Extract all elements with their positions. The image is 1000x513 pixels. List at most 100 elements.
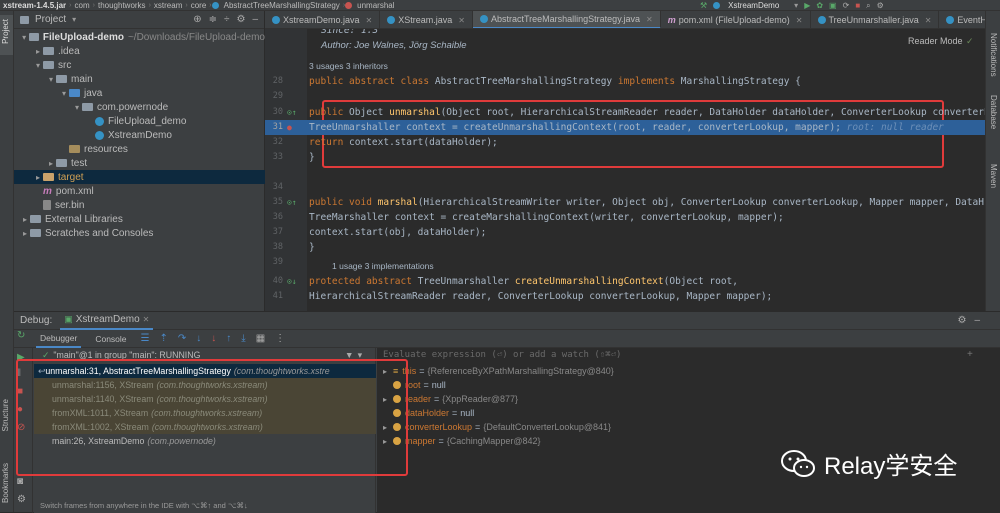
- tree-item[interactable]: ▸ Scratches and Consoles: [14, 226, 265, 240]
- chevron-icon[interactable]: ▸: [383, 395, 393, 404]
- locate-icon[interactable]: ⊕: [193, 14, 201, 25]
- editor-tab[interactable]: m pom.xml (FileUpload-demo) ✕: [661, 11, 811, 28]
- expand-icon[interactable]: ÷: [224, 14, 230, 25]
- code-line[interactable]: 29: [265, 89, 985, 104]
- gear-icon[interactable]: ⚙: [957, 315, 966, 326]
- code-line[interactable]: 38 }: [265, 240, 985, 255]
- override-icon[interactable]: ⊙↑: [287, 105, 297, 120]
- settings-icon[interactable]: ⚙: [17, 494, 26, 505]
- build-icon[interactable]: ⚒: [700, 1, 707, 10]
- chevron-icon[interactable]: ▸: [33, 47, 43, 56]
- usage-hint[interactable]: 3 usages 3 inheritors: [265, 59, 985, 74]
- variable-row[interactable]: ▸ ≡ this = {ReferenceByXPathMarshallingStrat…: [377, 364, 614, 378]
- pause-icon[interactable]: ‖: [17, 368, 21, 379]
- more-icon[interactable]: ⋮: [275, 333, 285, 344]
- tree-item[interactable]: ▸ External Libraries: [14, 212, 265, 226]
- line-number[interactable]: 34: [265, 180, 283, 195]
- camera-icon[interactable]: ◙: [17, 476, 23, 487]
- line-number[interactable]: 32: [265, 135, 283, 150]
- editor-tab[interactable]: XStream.java ✕: [380, 11, 473, 28]
- line-number[interactable]: 38: [265, 240, 283, 255]
- evaluate-icon[interactable]: ▦: [256, 333, 265, 344]
- line-number[interactable]: 33: [265, 150, 283, 165]
- close-icon[interactable]: ✕: [925, 16, 932, 25]
- maven-tool-label[interactable]: Maven: [989, 164, 998, 188]
- line-number[interactable]: 37: [265, 225, 283, 240]
- override-icon[interactable]: ⊙↑: [287, 195, 297, 210]
- close-icon[interactable]: ✕: [646, 15, 653, 24]
- chevron-icon[interactable]: ▾: [72, 103, 82, 112]
- editor-tab[interactable]: AbstractTreeMarshallingStrategy.java ✕: [472, 11, 661, 28]
- stack-frame[interactable]: fromXML:1011, XStream (com.thoughtworks.x…: [34, 406, 376, 420]
- code-editor[interactable]: Since: 1.3 Author: Joe Walnes, Jörg Scha…: [265, 29, 985, 311]
- variable-row[interactable]: ▸ reader = {XppReader@877}: [377, 392, 518, 406]
- line-number[interactable]: 31: [265, 120, 283, 135]
- chevron-icon[interactable]: ▾: [33, 61, 43, 70]
- chevron-icon[interactable]: ▸: [20, 229, 30, 238]
- debug-session-name[interactable]: XstreamDemo: [76, 314, 140, 325]
- tree-item[interactable]: resources: [14, 142, 265, 156]
- structure-tool-label[interactable]: Structure: [1, 399, 10, 431]
- tree-item[interactable]: XstreamDemo: [14, 128, 265, 142]
- editor-tab[interactable]: TreeUnmarshaller.java ✕: [811, 11, 940, 28]
- code-line[interactable]: 40 ⊙↓ protected abstract TreeUnmarshaller…: [265, 274, 985, 289]
- chevron-down-icon[interactable]: ▾: [72, 15, 76, 24]
- chevron-icon[interactable]: ▾: [59, 89, 69, 98]
- step-into-icon[interactable]: ↓: [196, 333, 201, 344]
- thread-selector[interactable]: ✓ "main"@1 in group "main": RUNNING ▼ ▾: [34, 348, 376, 362]
- stop-icon[interactable]: ■: [855, 1, 860, 10]
- usage-hint-text[interactable]: 3 usages 3 inheritors: [309, 59, 388, 74]
- chevron-icon[interactable]: ▸: [383, 423, 393, 432]
- mute-breakpoints-icon[interactable]: ⊘: [17, 422, 25, 433]
- code-line[interactable]: 28 public abstract class AbstractTreeMars…: [265, 74, 985, 89]
- tree-item[interactable]: ▸ .idea: [14, 44, 265, 58]
- chevron-icon[interactable]: ▾: [46, 75, 56, 84]
- tree-item[interactable]: ser.bin: [14, 198, 265, 212]
- line-number[interactable]: 35: [265, 195, 283, 210]
- step-over-icon[interactable]: ↷: [178, 333, 186, 344]
- project-tool-label[interactable]: Project: [1, 19, 10, 44]
- coverage-icon[interactable]: ▣: [829, 1, 837, 10]
- close-icon[interactable]: ✕: [143, 315, 150, 324]
- minimize-icon[interactable]: –: [252, 14, 258, 25]
- collapse-icon[interactable]: ≑: [209, 14, 217, 25]
- line-number[interactable]: 30: [265, 105, 283, 120]
- code-line[interactable]: 37 context.start(obj, dataHolder);: [265, 225, 985, 240]
- variable-row[interactable]: ▸ mapper = {CachingMapper@842}: [377, 434, 540, 448]
- code-line[interactable]: 30 ⊙↑ public Object unmarshal(Object root…: [265, 105, 985, 120]
- inspection-ok-icon[interactable]: ✓: [966, 36, 974, 47]
- notifications-tool-label[interactable]: Notifications: [989, 33, 998, 77]
- close-icon[interactable]: ✕: [796, 16, 803, 25]
- filter-icon[interactable]: ▼: [345, 350, 354, 360]
- line-number[interactable]: 39: [265, 255, 283, 270]
- tab-debugger[interactable]: Debugger: [36, 330, 82, 348]
- tree-item[interactable]: ▾ com.powernode: [14, 100, 265, 114]
- editor-tab[interactable]: EventHandler.j✕: [939, 11, 985, 28]
- show-execution-point-icon[interactable]: ⇡: [160, 333, 168, 344]
- tree-item[interactable]: ▸ target: [14, 170, 265, 184]
- run-to-cursor-icon[interactable]: ⤓: [241, 333, 245, 344]
- breadcrumb-class[interactable]: AbstractTreeMarshallingStrategy: [221, 1, 343, 10]
- chevron-icon[interactable]: ▸: [20, 215, 30, 224]
- profile-icon[interactable]: ⟳: [843, 1, 850, 10]
- line-number[interactable]: 41: [265, 289, 283, 304]
- code-line[interactable]: 41 HierarchicalStreamReader reader, Conv…: [265, 289, 985, 304]
- resume-icon[interactable]: ▶: [17, 352, 25, 363]
- stop-icon[interactable]: ■: [17, 386, 23, 397]
- session-tab[interactable]: ▣ XstreamDemo ✕: [60, 312, 154, 330]
- project-panel-title[interactable]: Project: [35, 14, 66, 25]
- tree-item[interactable]: ▾ main: [14, 72, 265, 86]
- variable-row[interactable]: root = null: [377, 378, 446, 392]
- view-breakpoints-icon[interactable]: ●: [17, 404, 23, 415]
- code-line[interactable]: 39: [265, 255, 985, 270]
- tab-console[interactable]: Console: [91, 330, 130, 348]
- line-number[interactable]: 28: [265, 74, 283, 89]
- force-step-into-icon[interactable]: ↓: [211, 333, 216, 344]
- tree-item[interactable]: ▾ FileUpload-demo ~/Downloads/FileUpload-d…: [14, 30, 265, 44]
- reader-mode-button[interactable]: Reader Mode: [908, 36, 963, 46]
- breadcrumb-xstream[interactable]: xstream: [151, 1, 185, 10]
- database-tool-label[interactable]: Database: [989, 95, 998, 129]
- close-icon[interactable]: ✕: [458, 16, 465, 25]
- override-icon[interactable]: ⊙↓: [287, 274, 297, 289]
- debug-icon[interactable]: ✿: [816, 1, 823, 10]
